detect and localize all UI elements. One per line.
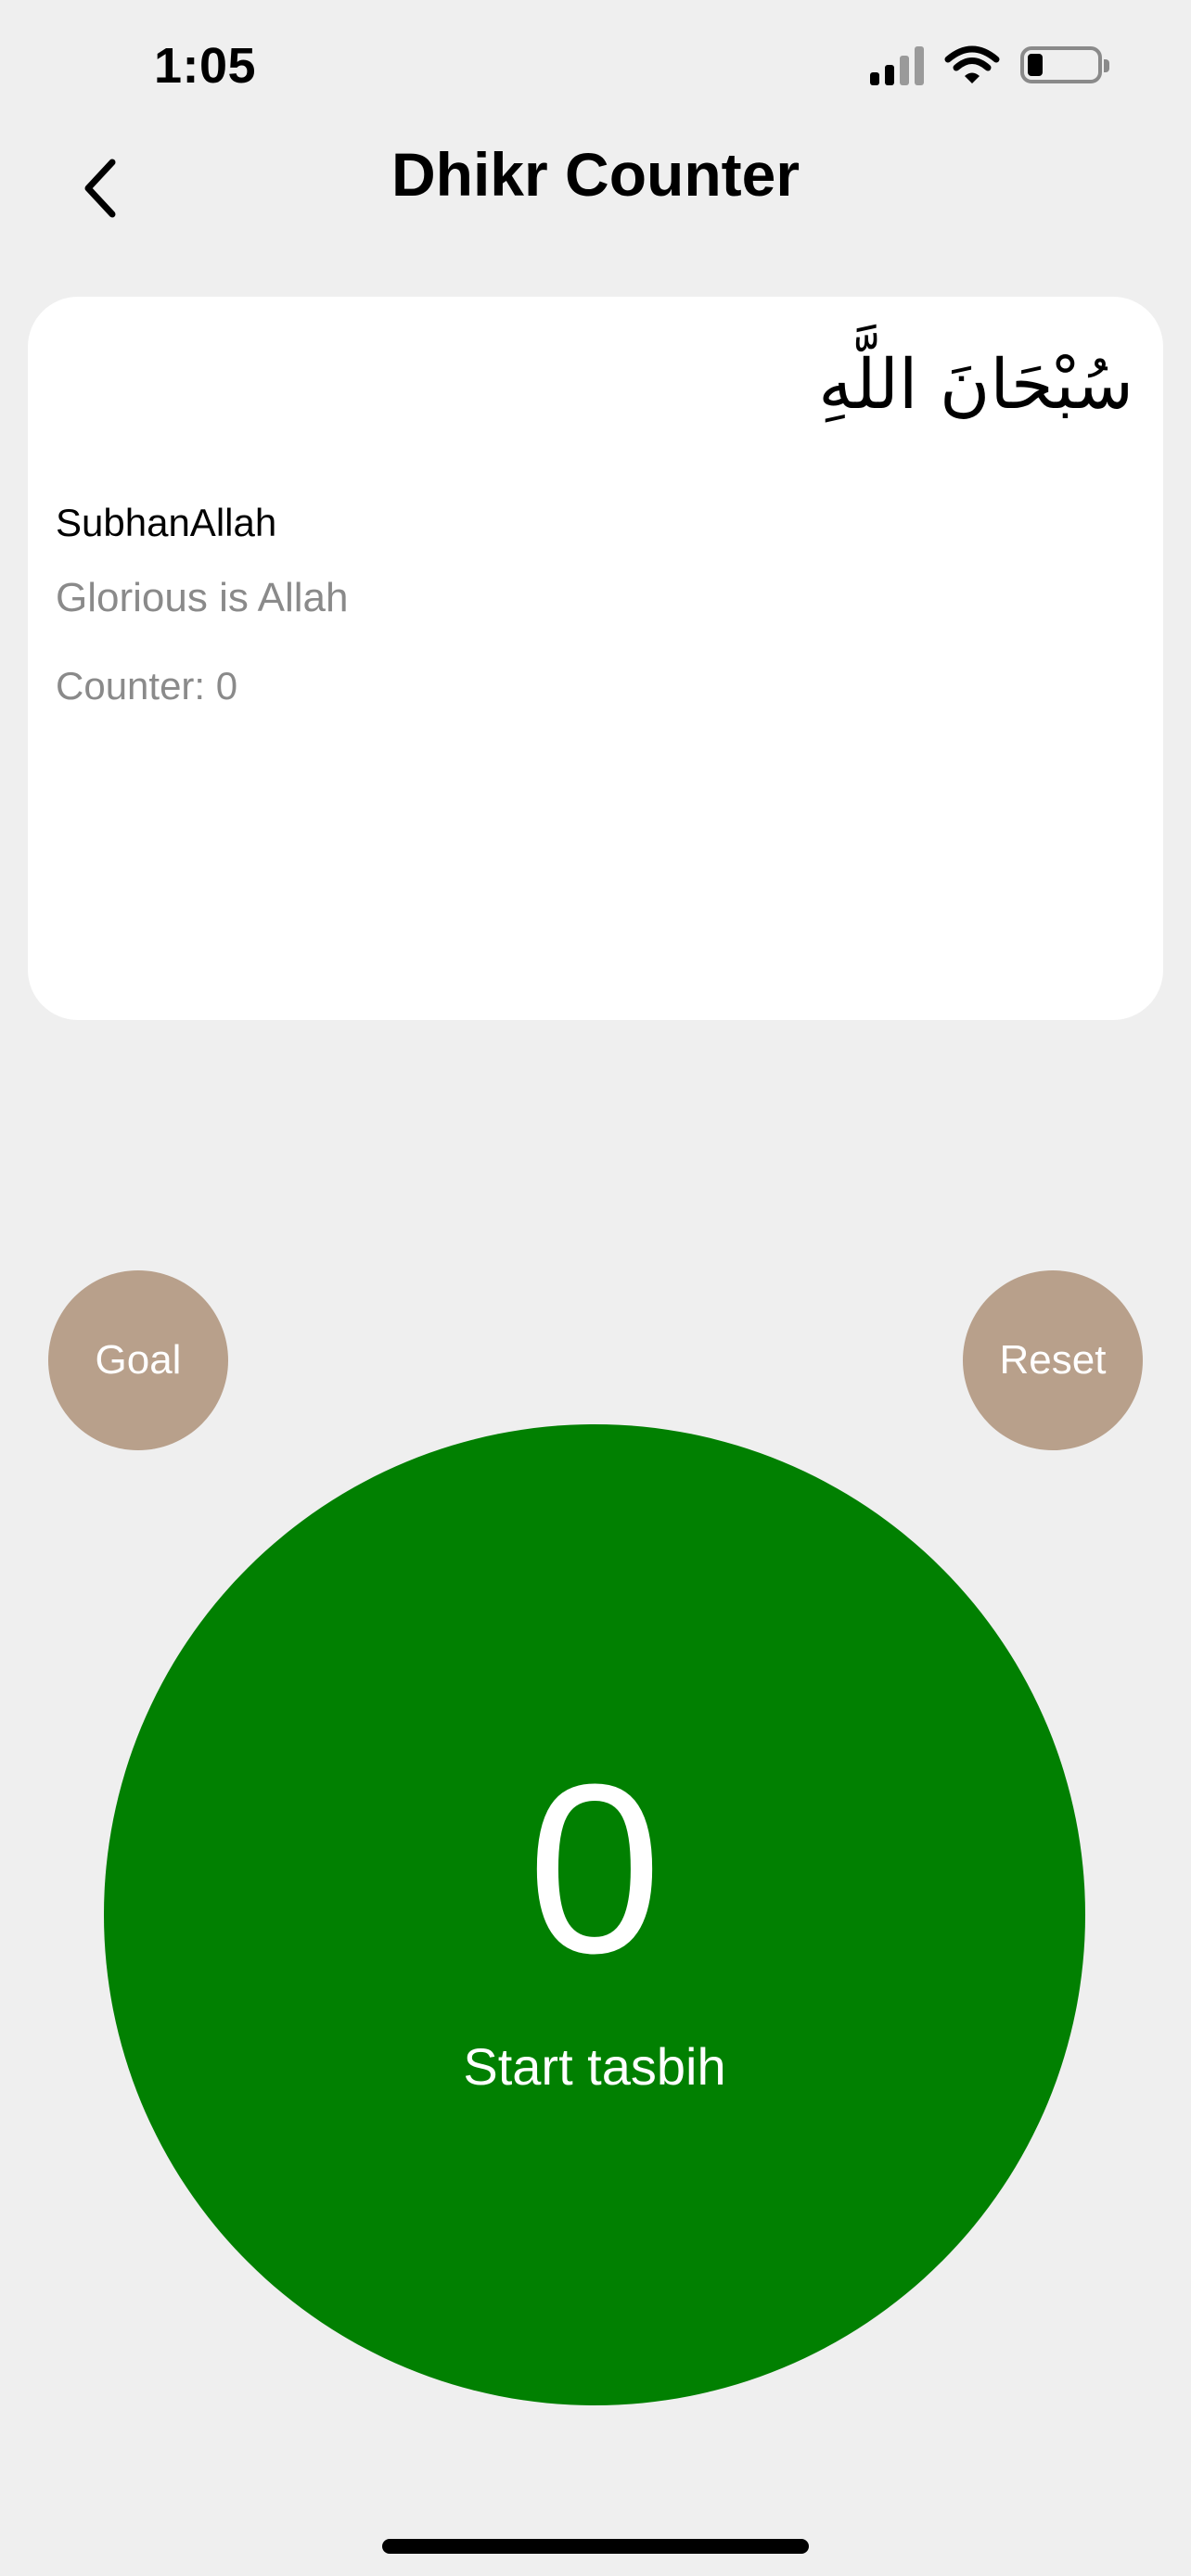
- page-title: Dhikr Counter: [391, 140, 800, 209]
- battery-level: [1028, 54, 1043, 76]
- tasbih-button[interactable]: 0 Start tasbih: [104, 1424, 1085, 2405]
- home-indicator[interactable]: [382, 2539, 809, 2554]
- battery-icon: [1020, 46, 1109, 83]
- arabic-text: سُبْحَانَ اللَّهِ: [818, 345, 1133, 425]
- status-time: 1:05: [154, 38, 257, 94]
- tasbih-count: 0: [527, 1735, 662, 2004]
- transliteration-text: SubhanAllah: [56, 501, 277, 544]
- dhikr-card: سُبْحَانَ اللَّهِ SubhanAllah Glorious i…: [28, 297, 1163, 1020]
- reset-button[interactable]: Reset: [963, 1270, 1143, 1450]
- cellular-signal-icon: [870, 45, 924, 85]
- goal-button[interactable]: Goal: [48, 1270, 228, 1450]
- status-icons: [870, 45, 1109, 85]
- tasbih-label: Start tasbih: [463, 2037, 726, 2096]
- translation-text: Glorious is Allah: [56, 575, 349, 620]
- wifi-icon: [944, 45, 1000, 85]
- counter-text: Counter: 0: [56, 664, 238, 708]
